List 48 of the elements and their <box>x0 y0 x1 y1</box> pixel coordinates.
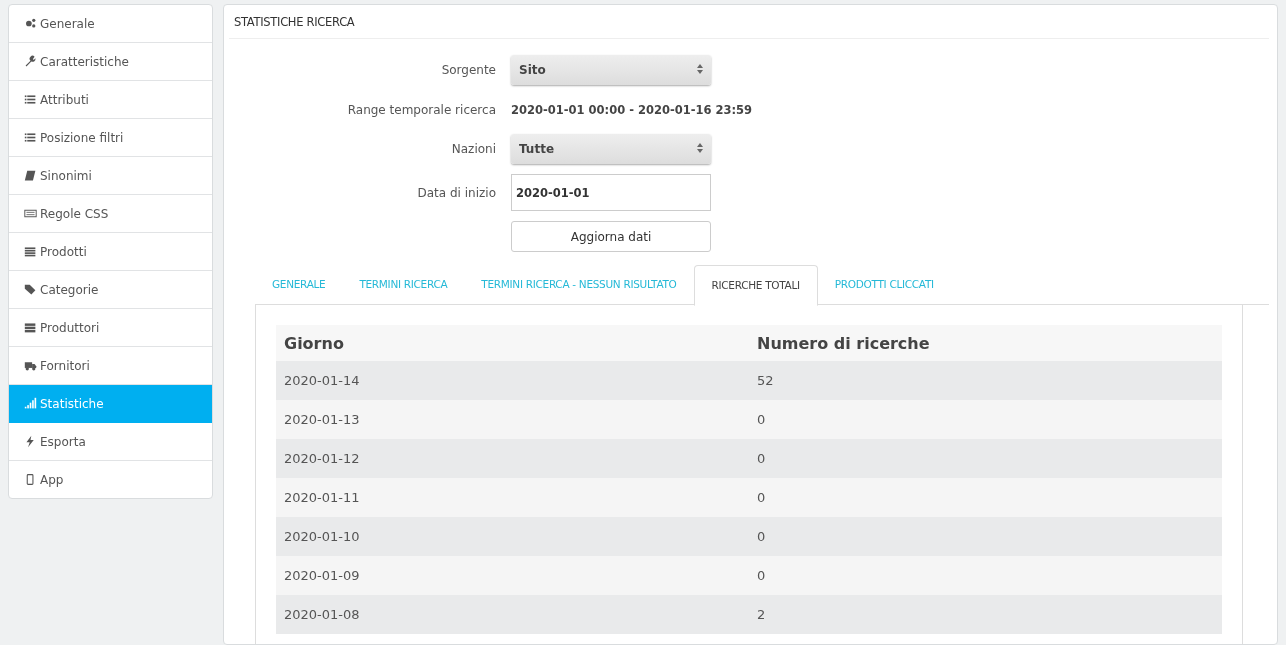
panel-title: STATISTICHE RICERCA <box>229 5 1269 39</box>
sidebar-item[interactable]: Attributi <box>9 81 212 119</box>
signal-bars-icon <box>24 397 37 410</box>
date-input-field[interactable]: 2020-01-01 <box>511 174 711 211</box>
sidebar-item[interactable]: Regole CSS <box>9 195 212 233</box>
list-icon <box>24 131 37 144</box>
sidebar-item[interactable]: Posizione filtri <box>9 119 212 157</box>
table-cell: 0 <box>749 517 1222 556</box>
dropdown-select[interactable]: Tutte <box>511 134 711 164</box>
table-cell: 2020-01-14 <box>276 361 749 400</box>
table-cell: 52 <box>749 361 1222 400</box>
column-header: Numero di ricerche <box>749 325 1222 361</box>
wrench-icon <box>24 55 37 68</box>
table-cell: 0 <box>749 478 1222 517</box>
field-label: Range temporale ricerca <box>346 102 496 117</box>
sidebar-item[interactable]: Categorie <box>9 271 212 309</box>
table-cell: 2020-01-09 <box>276 556 749 595</box>
date-range-value: 2020-01-01 00:00 - 2020-01-16 23:59 <box>511 102 753 117</box>
field-label: Sorgente <box>440 63 496 77</box>
dropdown-select[interactable]: Sito <box>511 55 711 85</box>
sidebar-item[interactable]: Produttori <box>9 309 212 347</box>
sidebar-item[interactable]: Generale <box>9 5 212 43</box>
table-cell: 2 <box>749 595 1222 634</box>
table-cell: 2020-01-12 <box>276 439 749 478</box>
tab[interactable]: RICERCHE TOTALI <box>693 265 818 306</box>
table-cell: 0 <box>749 400 1222 439</box>
field-label: Nazioni <box>450 142 496 156</box>
truck-icon <box>24 359 37 372</box>
refresh-data-button[interactable]: Aggiorna dati <box>511 221 711 252</box>
keyboard-icon <box>24 207 37 220</box>
sidebar-item[interactable]: App <box>9 461 212 498</box>
column-header: Giorno <box>276 325 749 361</box>
lines-icon <box>24 245 37 258</box>
list-icon <box>24 93 37 106</box>
tags-icon <box>24 283 37 296</box>
table-cell: 2020-01-11 <box>276 478 749 517</box>
sidebar-item[interactable]: Esporta <box>9 423 212 461</box>
phone-icon <box>24 473 37 486</box>
field-label: Data di inizio <box>416 185 496 200</box>
table-cell: 0 <box>749 439 1222 478</box>
table-cell: 2020-01-13 <box>276 400 749 439</box>
table-cell: 2020-01-10 <box>276 517 749 556</box>
server-icon <box>24 321 37 334</box>
table-cell: 2020-01-08 <box>276 595 749 634</box>
sidebar-item[interactable]: Sinonimi <box>9 157 212 195</box>
sidebar-item[interactable]: Caratteristiche <box>9 43 212 81</box>
sidebar-item[interactable]: Prodotti <box>9 233 212 271</box>
table-cell: 0 <box>749 556 1222 595</box>
